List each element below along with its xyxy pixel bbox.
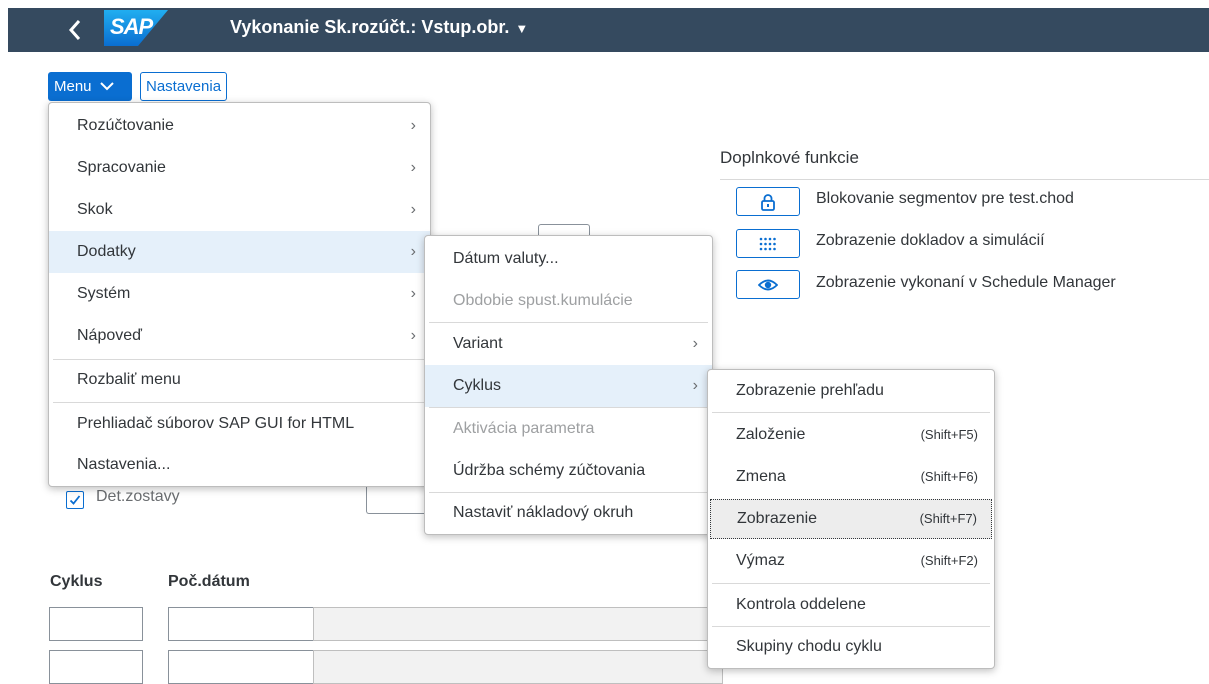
shell-bar	[8, 8, 1209, 52]
description-field	[313, 607, 723, 641]
chevron-right-icon: ›	[410, 243, 416, 260]
menu-item-overview[interactable]: Zobrazenie prehľadu	[708, 372, 994, 410]
menu-button-label: Menu	[54, 78, 92, 95]
caret-down-icon: ▼	[515, 21, 529, 36]
dodatky-submenu: Dátum valuty... Obdobie spust.kumulácie …	[424, 235, 713, 535]
cycle-input[interactable]	[49, 650, 143, 684]
menu-item-settings[interactable]: Nastavenia...	[49, 445, 430, 485]
chevron-down-icon	[99, 82, 114, 91]
menu-item-expand-menu[interactable]: Rozbaliť menu	[49, 360, 430, 400]
app-title[interactable]: Vykonanie Sk.rozúčt.: Vstup.obr. ▼	[230, 8, 528, 52]
dots-grid-icon	[759, 237, 776, 251]
menu-item-label: Spracovanie	[77, 159, 166, 176]
menu-item-check-separately[interactable]: Kontrola oddelene	[708, 584, 994, 626]
menu-item-label: Zobrazenie	[737, 510, 818, 527]
menu-item-label: Cyklus	[453, 377, 502, 394]
menu-item-napoved[interactable]: Nápoveď ›	[49, 315, 430, 357]
menu-item-shortcut: (Shift+F2)	[920, 553, 978, 568]
app-title-text: Vykonanie Sk.rozúčt.: Vstup.obr.	[230, 17, 510, 37]
menu-item-create[interactable]: Založenie (Shift+F5)	[708, 414, 994, 456]
section-divider	[720, 179, 1209, 180]
menu-item-label: Rozúčtovanie	[77, 117, 174, 134]
menu-item-skok[interactable]: Skok ›	[49, 189, 430, 231]
chevron-right-icon: ›	[692, 335, 698, 352]
menu-item-change[interactable]: Zmena (Shift+F6)	[708, 456, 994, 498]
main-menu: Rozúčtovanie › Spracovanie › Skok › Dodatky…	[48, 102, 431, 487]
schedule-manager-label: Zobrazenie vykonaní v Schedule Manager	[816, 274, 1116, 291]
date-input[interactable]	[168, 607, 314, 641]
menu-item-cumulation-period: Obdobie spust.kumulácie	[453, 292, 633, 309]
det-report-label: Det.zostavy	[96, 488, 180, 505]
sap-logo-text: SAP	[110, 14, 153, 39]
cycle-input[interactable]	[49, 607, 143, 641]
menu-item-delete[interactable]: Výmaz (Shift+F2)	[708, 540, 994, 582]
menu-item-cyklus[interactable]: Cyklus ›	[425, 365, 712, 407]
menu-item-value-date[interactable]: Dátum valuty...	[425, 238, 712, 280]
menu-item-label: Nápoveď	[77, 327, 142, 344]
description-field	[313, 650, 723, 684]
chevron-right-icon: ›	[410, 201, 416, 218]
extras-section-title: Doplnkové funkcie	[720, 148, 859, 167]
chevron-right-icon: ›	[410, 159, 416, 176]
menu-item-shortcut: (Shift+F6)	[920, 469, 978, 484]
menu-item-label: Dodatky	[77, 243, 136, 260]
menu-item-label: Zmena	[736, 468, 786, 485]
menu-item-shortcut: (Shift+F7)	[919, 511, 977, 526]
cyklus-submenu: Zobrazenie prehľadu Založenie (Shift+F5) …	[707, 369, 995, 669]
menu-item-spracovanie[interactable]: Spracovanie ›	[49, 147, 430, 189]
eye-icon	[758, 279, 778, 291]
menu-item-label: Založenie	[736, 426, 806, 443]
chevron-right-icon: ›	[410, 285, 416, 302]
chevron-right-icon: ›	[410, 327, 416, 344]
lock-icon	[761, 194, 775, 211]
settings-button[interactable]: Nastavenia	[140, 72, 228, 101]
col-header-cycle: Cyklus	[50, 573, 103, 590]
menu-item-shortcut: (Shift+F5)	[920, 427, 978, 442]
chevron-right-icon: ›	[410, 117, 416, 134]
menu-item-label: Skok	[77, 201, 113, 218]
menu-item-parameter-activation: Aktivácia parametra	[453, 420, 595, 437]
menu-item-set-cost-area[interactable]: Nastaviť nákladový okruh	[425, 493, 712, 533]
menu-item-label: Výmaz	[736, 552, 785, 569]
show-documents-button[interactable]	[736, 229, 800, 258]
menu-item-schema-maintenance[interactable]: Údržba schémy zúčtovania	[425, 450, 712, 492]
menu-item-display[interactable]: Zobrazenie (Shift+F7)	[710, 499, 992, 539]
lock-segments-label: Blokovanie segmentov pre test.chod	[816, 190, 1074, 207]
menu-item-rozuctovanie[interactable]: Rozúčtovanie ›	[49, 105, 430, 147]
lock-segments-button[interactable]	[736, 187, 800, 216]
date-input[interactable]	[168, 650, 314, 684]
menu-item-cycle-run-groups[interactable]: Skupiny chodu cyklu	[708, 627, 994, 667]
menu-item-label: Variant	[453, 335, 503, 352]
show-documents-label: Zobrazenie dokladov a simulácií	[816, 232, 1045, 249]
menu-item-label: Systém	[77, 285, 131, 302]
col-header-date: Poč.dátum	[168, 573, 250, 590]
menu-item-file-browser[interactable]: Prehliadač súborov SAP GUI for HTML	[49, 403, 430, 445]
det-report-checkbox[interactable]	[66, 491, 84, 509]
menu-button[interactable]: Menu	[48, 72, 132, 101]
sap-logo: SAP	[104, 10, 168, 46]
checkmark-icon	[69, 495, 81, 505]
chevron-left-icon[interactable]	[60, 8, 90, 52]
schedule-manager-button[interactable]	[736, 270, 800, 299]
menu-item-dodatky[interactable]: Dodatky ›	[49, 231, 430, 273]
menu-separator	[712, 412, 990, 413]
chevron-right-icon: ›	[692, 377, 698, 394]
menu-item-variant[interactable]: Variant ›	[425, 323, 712, 365]
menu-item-system[interactable]: Systém ›	[49, 273, 430, 315]
